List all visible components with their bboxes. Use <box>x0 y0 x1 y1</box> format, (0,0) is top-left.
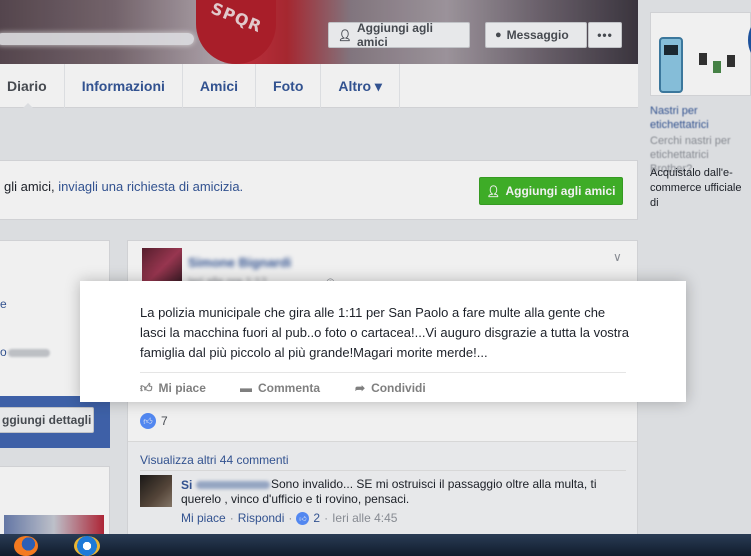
sponsored-ad-image[interactable] <box>650 12 751 96</box>
message-label: Messaggio <box>506 28 569 42</box>
comment-like-count[interactable]: 2 <box>313 511 320 525</box>
thumbs-up-icon: 👍︎ <box>140 380 153 395</box>
profile-name-redacted <box>0 33 194 45</box>
comment-reply-link[interactable]: Rispondi <box>238 511 285 525</box>
divider <box>140 470 626 471</box>
send-friend-request-link[interactable]: inviagli una richiesta di amicizia. <box>58 179 243 194</box>
friend-request-prefix: gli amici, <box>4 179 59 194</box>
tab-informazioni[interactable]: Informazioni <box>65 64 183 108</box>
message-button[interactable]: ● Messaggio <box>485 22 587 48</box>
messenger-icon: ● <box>495 29 502 41</box>
tab-altro[interactable]: Altro ▾ <box>321 64 400 108</box>
tape-cartridge <box>699 53 707 65</box>
crest-text: SPQR <box>208 0 265 37</box>
separator: · <box>288 511 293 525</box>
share-arrow-icon: ➦ <box>355 381 366 395</box>
internet-explorer-icon[interactable] <box>74 536 100 556</box>
separator: · <box>229 511 234 525</box>
add-details-button[interactable]: ggiungi dettagli <box>0 407 94 433</box>
firefox-icon[interactable] <box>14 536 38 556</box>
comment-like-link[interactable]: Mi piace <box>181 511 226 525</box>
comment-avatar[interactable] <box>140 475 172 507</box>
friend-request-text: gli amici, inviagli una richiesta di ami… <box>4 179 243 194</box>
redacted-text <box>8 349 50 357</box>
comment-button[interactable]: ▬ Commenta <box>240 373 355 403</box>
add-friend-button[interactable]: 👤︎ Aggiungi agli amici <box>328 21 470 49</box>
add-friend-green-button[interactable]: 👤︎ Aggiungi agli amici <box>479 177 623 205</box>
label-maker-image <box>659 37 683 93</box>
like-badge-icon: 👍︎ <box>140 413 156 429</box>
cover-crest: SPQR <box>196 0 276 64</box>
comment-meta: Mi piace · Rispondi · 👍︎ 2 · Ieri alle 4… <box>181 511 397 525</box>
comment-time[interactable]: Ieri alle 4:45 <box>332 511 397 525</box>
post-actions: 👍︎ Mi piace ▬ Commenta ➦ Condividi <box>140 372 626 402</box>
tape-cartridge <box>713 61 721 73</box>
share-label: Condividi <box>371 381 426 395</box>
like-button[interactable]: 👍︎ Mi piace <box>140 373 240 403</box>
post-text: La polizia municipale che gira alle 1:11… <box>140 305 629 360</box>
tab-amici[interactable]: Amici <box>183 64 257 108</box>
person-plus-icon: 👤︎ <box>486 185 501 198</box>
profile-tab-bar: Diario Informazioni Amici Foto Altro ▾ <box>0 64 638 109</box>
cover-photo: SPQR 👤︎ Aggiungi agli amici ● Messaggio … <box>0 0 638 64</box>
comment-label: Commenta <box>258 381 321 395</box>
like-summary[interactable]: 👍︎ 7 <box>140 413 168 429</box>
tab-diario[interactable]: Diario <box>0 64 65 109</box>
separator: · <box>324 511 329 525</box>
os-taskbar <box>0 534 751 556</box>
like-label: Mi piace <box>158 381 206 395</box>
view-more-comments-link[interactable]: Visualizza altri 44 commenti <box>140 453 289 467</box>
add-friend-label: Aggiungi agli amici <box>356 21 433 49</box>
chevron-down-icon[interactable]: ∨ <box>613 250 622 264</box>
speech-bubble-icon: ▬ <box>240 381 252 395</box>
more-button[interactable]: ••• <box>588 22 622 48</box>
intro-fragment-a: e <box>0 297 7 311</box>
post-author[interactable]: Simone Bignardi <box>188 255 291 270</box>
like-count: 7 <box>161 414 168 428</box>
add-friend-green-label: Aggiungi agli amici <box>505 184 616 198</box>
intro-fragment-b: o <box>0 345 7 359</box>
tab-foto[interactable]: Foto <box>256 64 322 108</box>
ad-text: Acquistalo dall'e-commerce ufficiale di <box>650 167 742 209</box>
ad-title[interactable]: Nastri per etichettatrici <box>650 104 751 132</box>
friend-request-bar: gli amici, inviagli una richiesta di ami… <box>0 160 638 220</box>
comment-text: Sono invalido... SE mi ostruisci il pass… <box>181 477 597 506</box>
tape-cartridge <box>727 55 735 67</box>
person-plus-icon: 👤︎ <box>338 29 352 42</box>
thumbs-up-icon: 👍︎ <box>296 511 310 525</box>
share-button[interactable]: ➦ Condividi <box>355 373 426 403</box>
